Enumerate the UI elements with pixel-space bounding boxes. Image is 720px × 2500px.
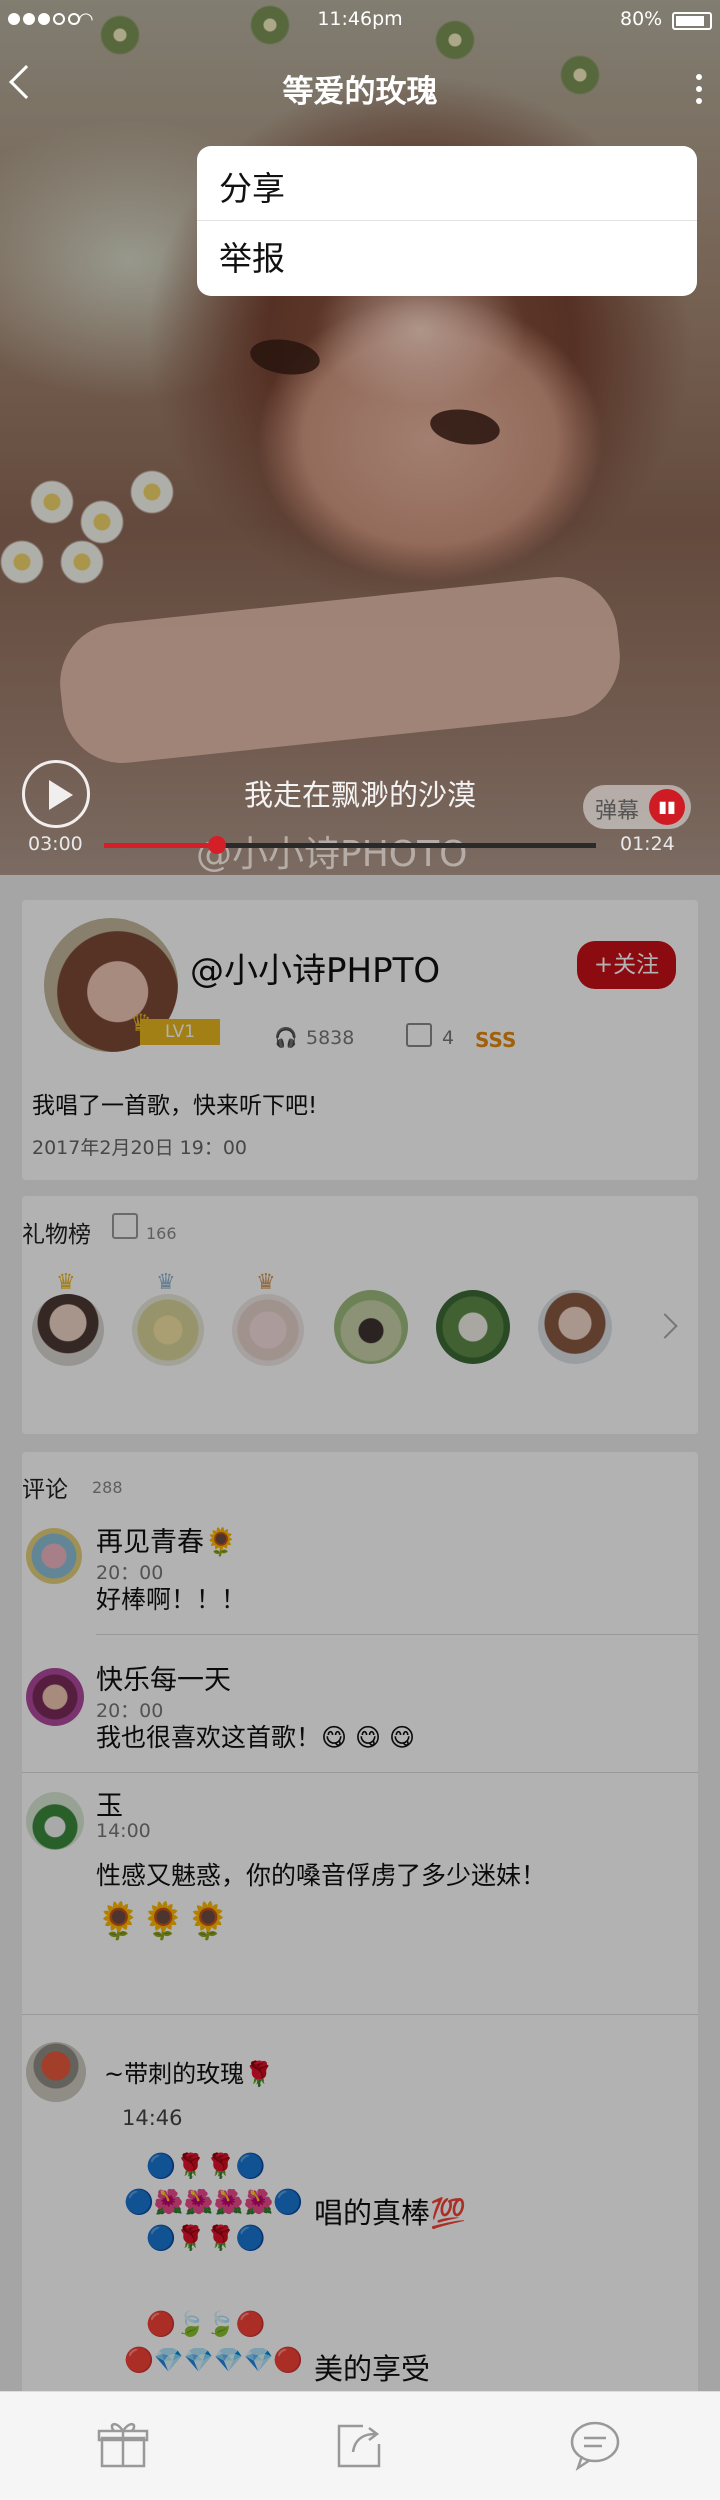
menu-item-share[interactable]: 分享: [219, 162, 285, 210]
comment-icon[interactable]: [568, 2418, 622, 2472]
page-title: 等爱的玫瑰: [282, 74, 438, 110]
dim-overlay[interactable]: [0, 0, 720, 2500]
danmu-label: 弹幕: [595, 799, 640, 824]
danmu-toggle[interactable]: 弹幕 ▮▮: [583, 785, 691, 829]
gift-icon[interactable]: [96, 2418, 150, 2472]
battery-icon: [672, 12, 712, 30]
status-bar: ◠ 11:46pm 80%: [0, 0, 720, 40]
progress-fill: [104, 843, 218, 848]
bottom-toolbar: [0, 2391, 720, 2500]
battery-percent: 80%: [620, 8, 663, 30]
more-icon[interactable]: [696, 74, 702, 104]
menu-divider: [197, 220, 697, 221]
time-elapsed: 03:00: [28, 833, 83, 855]
share-icon[interactable]: [333, 2418, 387, 2472]
time-total: 01:24: [620, 833, 675, 855]
status-time: 11:46pm: [317, 8, 403, 30]
progress-bar[interactable]: [104, 843, 596, 848]
danmu-icon: ▮▮: [649, 789, 685, 825]
overflow-menu: 分享 举报: [197, 146, 697, 296]
menu-item-report[interactable]: 举报: [219, 232, 285, 280]
video-watermark: @小小诗PHOTO: [196, 834, 468, 875]
